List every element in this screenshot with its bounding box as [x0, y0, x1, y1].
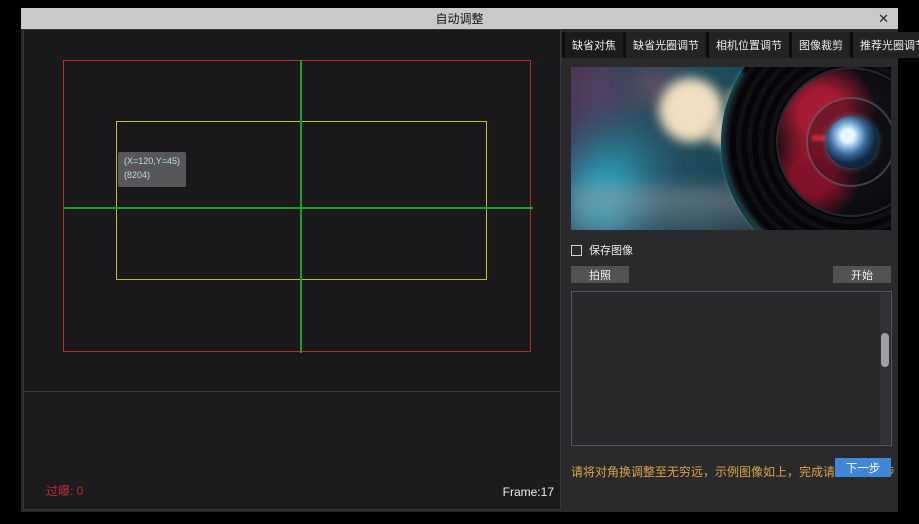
crosshair-horizontal-line	[63, 207, 533, 209]
pixel-tooltip-coords: (X=120,Y=45)	[124, 155, 180, 169]
next-button[interactable]: 下一步	[835, 458, 891, 477]
tab-default-focus[interactable]: 缺省对焦	[565, 32, 623, 58]
tab-recommended-aperture[interactable]: 推荐光圈调节	[853, 32, 919, 58]
preview-panel: (X=120,Y=45) (8204) 过曝: 0 Frame:17	[23, 29, 561, 510]
pixel-tooltip: (X=120,Y=45) (8204)	[118, 152, 186, 187]
capture-button[interactable]: 拍照	[571, 266, 629, 283]
image-viewport[interactable]: (X=120,Y=45) (8204)	[24, 30, 560, 392]
start-button[interactable]: 开始	[833, 266, 891, 283]
log-scrollbar[interactable]	[880, 293, 890, 444]
dialog-auto-adjust: 自动调整 ✕ (X=120,Y=45) (8204) 过曝: 0 Frame:1…	[21, 8, 898, 512]
log-scrollbar-thumb[interactable]	[881, 333, 889, 367]
close-icon[interactable]: ✕	[878, 8, 889, 29]
dialog-title: 自动调整	[435, 10, 483, 27]
tab-image-crop[interactable]: 图像裁剪	[792, 32, 850, 58]
sample-lens-image	[571, 67, 891, 230]
overexposure-label: 过曝: 0	[46, 482, 83, 499]
tab-default-aperture[interactable]: 缺省光圈调节	[626, 32, 706, 58]
pixel-tooltip-value: (8204)	[124, 169, 180, 183]
hint-text: 请将对角换调整至无穷远，示例图像如上，完成请点击下一步	[571, 463, 836, 480]
save-image-label: 保存图像	[589, 242, 633, 258]
lens-core-glass	[826, 116, 878, 168]
control-panel: 缺省对焦 缺省光圈调节 相机位置调节 图像裁剪 推荐光圈调节 >>	[562, 29, 898, 512]
save-image-row: 保存图像	[571, 242, 633, 258]
tab-camera-position[interactable]: 相机位置调节	[709, 32, 789, 58]
tab-bar: 缺省对焦 缺省光圈调节 相机位置调节 图像裁剪 推荐光圈调节 >>	[562, 32, 898, 58]
screen: 自动调整 ✕ (X=120,Y=45) (8204) 过曝: 0 Frame:1…	[0, 0, 919, 524]
log-textarea[interactable]	[571, 291, 892, 446]
title-bar[interactable]: 自动调整 ✕	[21, 8, 898, 29]
save-image-checkbox[interactable]	[571, 245, 582, 256]
lens-red-reflection	[812, 135, 826, 141]
frame-counter: Frame:17	[503, 485, 554, 499]
